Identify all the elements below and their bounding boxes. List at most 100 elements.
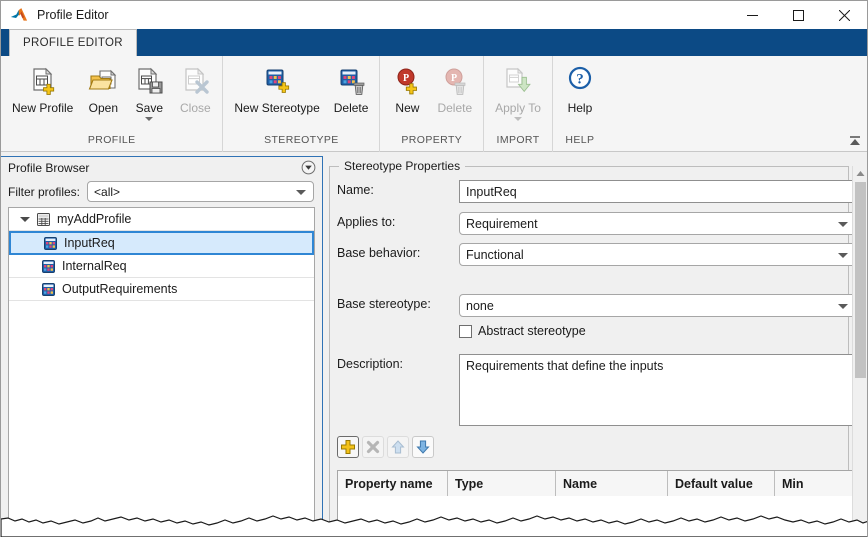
- scrollbar-thumb[interactable]: [855, 182, 866, 378]
- name-row: Name: InputReq: [337, 180, 857, 203]
- properties-table-body[interactable]: [338, 496, 856, 526]
- abstract-stereotype-checkbox-wrap[interactable]: Abstract stereotype: [459, 324, 586, 338]
- base-behavior-dropdown[interactable]: Functional: [459, 243, 857, 266]
- delete-property-icon: P: [439, 64, 471, 98]
- new-property-icon: P: [391, 64, 423, 98]
- panel-options-icon[interactable]: [301, 160, 316, 175]
- new-profile-icon: [27, 64, 59, 98]
- profile-tree[interactable]: myAddProfile InputReq InternalReq Output…: [8, 207, 315, 525]
- stereotype-icon: [41, 259, 56, 274]
- new-profile-button[interactable]: New Profile: [5, 62, 80, 115]
- tree-item-label: OutputRequirements: [62, 282, 178, 296]
- close-button[interactable]: [821, 1, 867, 29]
- collapse-ribbon-icon[interactable]: [848, 134, 862, 148]
- delete-stereotype-button[interactable]: Delete: [327, 62, 376, 115]
- ribbon: New Profile Open Save Close PROFILE New …: [1, 56, 867, 152]
- filter-profiles-label: Filter profiles:: [8, 184, 81, 199]
- ribbon-group-property: P New P Delete PROPERTY: [380, 56, 485, 152]
- ribbon-group-property-label: PROPERTY: [401, 134, 463, 146]
- help-button[interactable]: ? Help: [557, 62, 603, 115]
- properties-table-header: Property name Type Name Default value Mi…: [338, 471, 856, 496]
- column-property-name[interactable]: Property name: [338, 471, 448, 496]
- apply-to-dropdown-arrow-icon[interactable]: [514, 117, 523, 121]
- triangle-up-icon: [856, 170, 864, 176]
- maximize-icon: [792, 9, 804, 21]
- profile-icon: [36, 212, 51, 227]
- properties-table[interactable]: Property name Type Name Default value Mi…: [337, 470, 857, 527]
- tab-profile-editor[interactable]: PROFILE EDITOR: [9, 29, 137, 56]
- window-title: Profile Editor: [37, 8, 109, 22]
- help-icon: ?: [564, 64, 596, 98]
- abstract-stereotype-row: Abstract stereotype: [337, 324, 857, 338]
- applies-to-value: Requirement: [466, 216, 538, 231]
- tree-item-label: InternalReq: [62, 259, 127, 273]
- svg-text:P: P: [451, 73, 457, 84]
- description-textarea[interactable]: Requirements that define the inputs: [459, 354, 857, 426]
- tree-item-inputreq[interactable]: InputReq: [9, 231, 314, 255]
- close-profile-button[interactable]: Close: [172, 62, 218, 115]
- profile-browser-title: Profile Browser: [8, 160, 90, 175]
- name-input[interactable]: InputReq: [459, 180, 857, 203]
- close-profile-label: Close: [180, 101, 211, 115]
- expand-collapse-icon[interactable]: [20, 216, 30, 222]
- abstract-stereotype-label: Abstract stereotype: [478, 324, 586, 338]
- tree-item-myaddprofile[interactable]: myAddProfile: [9, 208, 314, 231]
- delete-property-button[interactable]: [362, 436, 384, 458]
- scroll-up-button[interactable]: [853, 166, 867, 180]
- minimize-icon: [746, 14, 758, 16]
- column-default-value[interactable]: Default value: [668, 471, 775, 496]
- minimize-button[interactable]: [729, 1, 775, 29]
- stereotype-properties-title: Stereotype Properties: [339, 159, 466, 173]
- help-label: Help: [567, 101, 593, 115]
- filter-profiles-dropdown[interactable]: <all>: [87, 181, 314, 202]
- ribbon-group-stereotype: New Stereotype Delete STEREOTYPE: [223, 56, 381, 152]
- column-min[interactable]: Min: [775, 471, 828, 496]
- applies-to-label: Applies to:: [337, 215, 396, 229]
- applies-to-dropdown[interactable]: Requirement: [459, 212, 857, 235]
- maximize-button[interactable]: [775, 1, 821, 29]
- open-profile-button[interactable]: Open: [80, 62, 126, 115]
- base-behavior-label: Base behavior:: [337, 246, 421, 260]
- new-profile-label: New Profile: [12, 101, 74, 115]
- abstract-stereotype-checkbox[interactable]: [459, 324, 472, 338]
- close-icon: [838, 9, 850, 21]
- move-down-property-button[interactable]: [412, 436, 434, 458]
- stereotype-properties-panel: Stereotype Properties Name: InputReq App…: [329, 158, 867, 527]
- new-property-label: New: [395, 101, 420, 115]
- profile-browser-panel: Profile Browser Filter profiles: <all> m…: [1, 156, 323, 526]
- title-bar: Profile Editor: [1, 1, 867, 29]
- delete-stereotype-icon: [335, 64, 367, 98]
- arrow-down-icon: [416, 440, 430, 454]
- filter-profiles-row: Filter profiles: <all>: [1, 178, 322, 207]
- svg-text:P: P: [403, 73, 409, 84]
- column-type[interactable]: Type: [448, 471, 556, 496]
- tree-item-internalreq[interactable]: InternalReq: [9, 255, 314, 278]
- apply-to-button[interactable]: Apply To: [488, 62, 548, 121]
- save-profile-button[interactable]: Save: [126, 62, 172, 121]
- base-stereotype-dropdown[interactable]: none: [459, 294, 857, 317]
- column-name[interactable]: Name: [556, 471, 668, 496]
- x-icon: [366, 440, 380, 454]
- new-stereotype-icon: [261, 64, 293, 98]
- svg-text:?: ?: [576, 72, 584, 88]
- apply-to-icon: [502, 64, 534, 98]
- ribbon-group-import-label: IMPORT: [496, 134, 540, 146]
- new-property-button[interactable]: P New: [384, 62, 430, 115]
- ribbon-group-help: ? Help HELP: [553, 56, 607, 152]
- abstract-spacer: [337, 324, 459, 327]
- add-property-button[interactable]: [337, 436, 359, 458]
- property-action-bar: [337, 436, 434, 458]
- tree-item-outputrequirements[interactable]: OutputRequirements: [9, 278, 314, 301]
- properties-scrollbar[interactable]: [852, 166, 867, 526]
- save-profile-icon: [133, 64, 165, 98]
- ribbon-group-stereotype-label: STEREOTYPE: [264, 134, 339, 146]
- delete-property-label: Delete: [437, 101, 473, 115]
- new-stereotype-label: New Stereotype: [234, 101, 320, 115]
- window-controls: [729, 1, 867, 29]
- tree-item-label: myAddProfile: [57, 212, 132, 226]
- save-dropdown-arrow-icon[interactable]: [145, 117, 154, 121]
- new-stereotype-button[interactable]: New Stereotype: [227, 62, 326, 115]
- chevron-down-icon: [838, 303, 848, 309]
- delete-property-button[interactable]: P Delete: [430, 62, 479, 115]
- move-up-property-button[interactable]: [387, 436, 409, 458]
